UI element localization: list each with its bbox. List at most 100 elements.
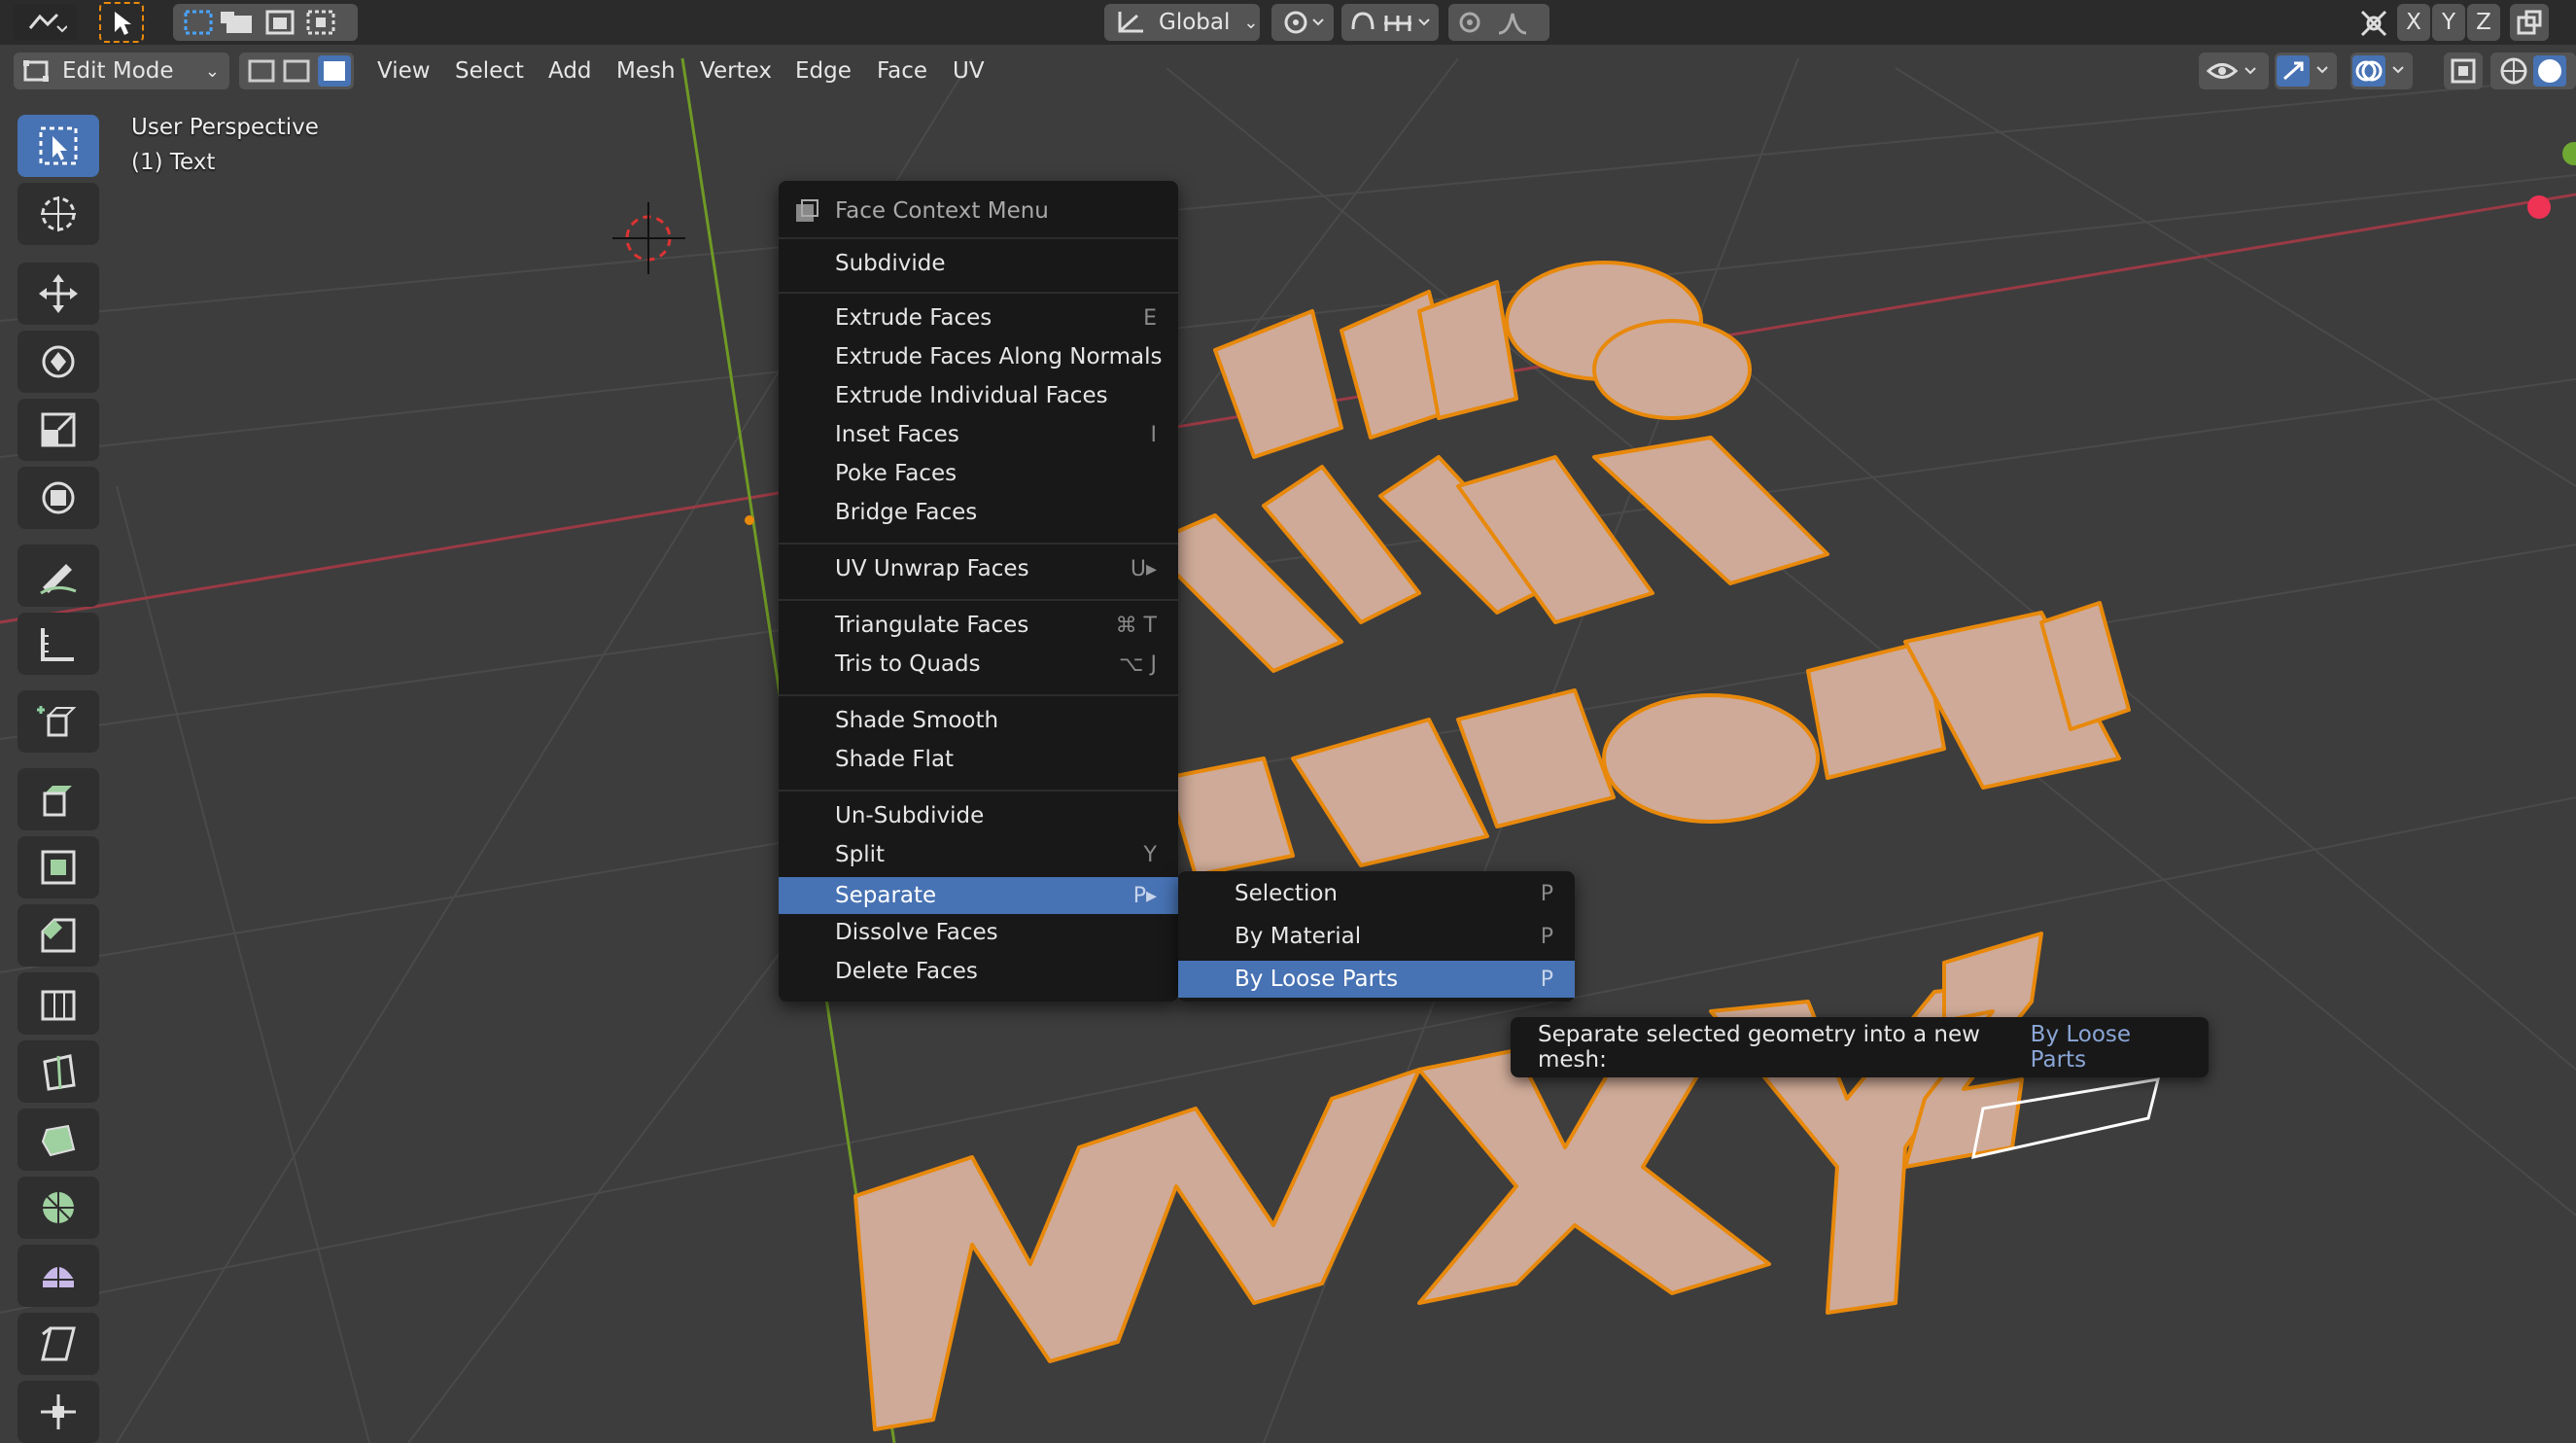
move-tool[interactable] — [17, 263, 99, 325]
select-tool-icon[interactable] — [99, 2, 144, 43]
visibility-dropdown[interactable] — [2199, 53, 2269, 89]
menu-item-split[interactable]: Split Y — [779, 836, 1178, 873]
loop-cut-icon — [41, 990, 76, 1021]
add-cube-tool[interactable] — [17, 690, 99, 753]
menu-vertex[interactable]: Vertex — [688, 51, 783, 91]
scale-tool[interactable] — [17, 399, 99, 461]
gizmo-x-dot[interactable] — [2527, 195, 2551, 219]
knife-tool[interactable] — [17, 1040, 99, 1103]
snapping-group[interactable] — [1341, 4, 1439, 41]
menu-item-shade-smooth[interactable]: Shade Smooth — [779, 702, 1178, 739]
menu-item-separate[interactable]: Separate P▸ — [779, 877, 1178, 914]
pivot-icon — [1284, 11, 1324, 34]
orientation-dropdown[interactable]: Global ⌄ — [1104, 4, 1260, 41]
shortcut-label: U▸ — [1130, 556, 1157, 581]
submenu-item-selection[interactable]: Selection P — [1178, 875, 1575, 912]
menu-item-dissolve-faces[interactable]: Dissolve Faces — [779, 914, 1178, 951]
menu-uv[interactable]: UV — [941, 51, 996, 91]
menu-item-extrude-faces[interactable]: Extrude Faces E — [779, 299, 1178, 336]
menu-item-inset-faces[interactable]: Inset Faces I — [779, 416, 1178, 453]
poly-build-icon — [41, 1124, 76, 1157]
menu-item-bridge-faces[interactable]: Bridge Faces — [779, 494, 1178, 531]
cursor-tool[interactable] — [17, 183, 99, 245]
menu-item-label: Poke Faces — [835, 461, 957, 486]
inset-tool[interactable] — [17, 836, 99, 898]
menu-item-label: Triangulate Faces — [835, 613, 1029, 638]
pivot-point-dropdown[interactable] — [1271, 4, 1334, 41]
menu-mesh[interactable]: Mesh — [605, 51, 687, 91]
shear-icon — [41, 1326, 76, 1361]
bevel-tool[interactable] — [17, 904, 99, 967]
menu-item-label: Extrude Faces Along Normals — [835, 344, 1163, 370]
menu-add[interactable]: Add — [537, 51, 604, 91]
menu-item-un-subdivide[interactable]: Un-Subdivide — [779, 797, 1178, 834]
mode-label: Edit Mode — [62, 58, 174, 84]
loop-cut-tool[interactable] — [17, 972, 99, 1035]
overlays-dropdown[interactable] — [2350, 53, 2413, 89]
menu-item-subdivide[interactable]: Subdivide — [779, 245, 1178, 282]
menu-vertex-label: Vertex — [700, 58, 772, 84]
auto-merge-icon[interactable] — [2510, 4, 2549, 41]
menu-edge[interactable]: Edge — [783, 51, 863, 91]
face-menu-icon — [796, 199, 818, 222]
editor-type-icon[interactable] — [14, 4, 78, 41]
viewport-perspective-label: User Perspective — [131, 115, 319, 140]
menu-item-tris-to-quads[interactable]: Tris to Quads ⌥ J — [779, 646, 1178, 683]
submenu-item-by-material[interactable]: By Material P — [1178, 918, 1575, 955]
submenu-item-label: Selection — [1235, 881, 1338, 906]
top-toolbar: Global ⌄ X Y Z — [0, 0, 2576, 45]
rotate-tool[interactable] — [17, 331, 99, 393]
annotate-tool[interactable] — [17, 545, 99, 607]
gizmo-dropdown[interactable] — [2275, 53, 2337, 89]
measure-tool[interactable] — [17, 613, 99, 675]
mode-dropdown[interactable]: Edit Mode ⌄ — [14, 53, 229, 89]
3d-viewport[interactable] — [0, 0, 2576, 1443]
mirror-y-toggle[interactable]: Y — [2432, 4, 2465, 41]
menu-item-triangulate-faces[interactable]: Triangulate Faces ⌘ T — [779, 607, 1178, 644]
face-select-icon[interactable] — [324, 61, 345, 81]
mirror-x-toggle[interactable]: X — [2397, 4, 2430, 41]
menu-item-shade-flat[interactable]: Shade Flat — [779, 741, 1178, 778]
spin-icon — [43, 1192, 74, 1223]
solid-shading-icon[interactable] — [2538, 59, 2561, 83]
rip-tool[interactable] — [17, 1381, 99, 1443]
poly-build-tool[interactable] — [17, 1109, 99, 1171]
menu-item-extrude-individual-faces[interactable]: Extrude Individual Faces — [779, 377, 1178, 414]
submenu-item-by-loose-parts[interactable]: By Loose Parts P — [1178, 961, 1575, 998]
shading-buttons[interactable] — [2490, 53, 2576, 89]
selection-mode-group[interactable] — [173, 4, 358, 41]
extrude-tool[interactable] — [17, 768, 99, 830]
edge-select-icon[interactable] — [283, 59, 310, 83]
selection-mode-icons[interactable] — [178, 8, 353, 37]
proportional-edit-group[interactable] — [1448, 4, 1549, 41]
eye-icon — [2206, 63, 2256, 79]
menu-select[interactable]: Select — [443, 51, 536, 91]
spin-tool[interactable] — [17, 1177, 99, 1239]
menu-face[interactable]: Face — [865, 51, 939, 91]
menu-separator — [779, 694, 1178, 696]
transform-icon — [42, 481, 75, 514]
menu-item-extrude-faces-along-normals[interactable]: Extrude Faces Along Normals — [779, 338, 1178, 375]
select-box-tool[interactable] — [17, 115, 99, 177]
menu-item-poke-faces[interactable]: Poke Faces — [779, 455, 1178, 492]
submenu-item-label: By Loose Parts — [1235, 967, 1399, 992]
vertex-select-icon[interactable] — [248, 59, 275, 83]
menu-view[interactable]: View — [366, 51, 442, 91]
axis-z-label: Z — [2476, 10, 2491, 35]
chevron-down-icon: ⌄ — [1243, 12, 1259, 33]
menu-item-label: Inset Faces — [835, 422, 959, 447]
mirror-z-toggle[interactable]: Z — [2467, 4, 2500, 41]
select-mode-buttons[interactable] — [239, 53, 354, 89]
transform-tool[interactable] — [17, 467, 99, 529]
menu-item-label: Shade Flat — [835, 747, 955, 772]
smooth-tool[interactable] — [17, 1245, 99, 1307]
menu-item-label: Subdivide — [835, 251, 946, 276]
menu-item-uv-unwrap-faces[interactable]: UV Unwrap Faces U▸ — [779, 550, 1178, 587]
shortcut-label: P▸ — [1132, 883, 1157, 908]
menu-item-delete-faces[interactable]: Delete Faces — [779, 953, 1178, 990]
scale-icon — [41, 412, 76, 447]
shear-tool[interactable] — [17, 1313, 99, 1375]
xray-toggle[interactable] — [2444, 53, 2483, 89]
tweak-icon[interactable] — [2356, 6, 2391, 39]
menu-view-label: View — [377, 58, 431, 84]
